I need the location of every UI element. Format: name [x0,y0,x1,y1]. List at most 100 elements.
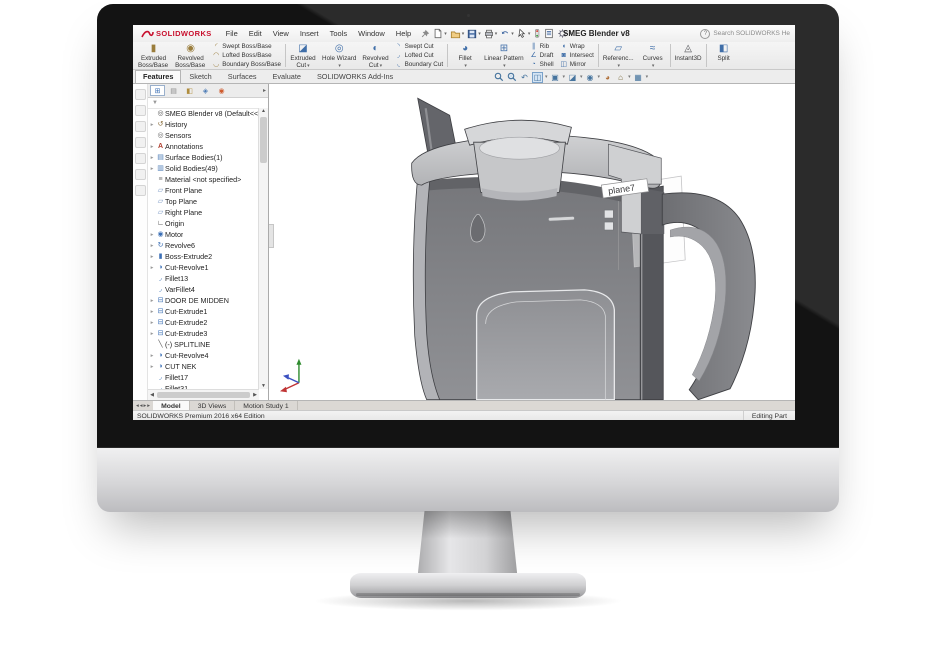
feature-manager-tree-tab[interactable]: ⊞ [150,85,165,96]
ribbon-button[interactable]: Linear Pattern ▾ [481,42,527,69]
ribbon-small-button[interactable]: Boundary Cut [395,61,444,69]
tree-item[interactable]: Top Plane [148,196,259,207]
tab-features[interactable]: Features [135,70,181,83]
dropdown-caret[interactable]: ▾ [646,74,649,80]
next-tab-button[interactable]: ▸ [144,403,147,409]
ribbon-small-button[interactable]: Wrap [560,43,594,51]
print-icon[interactable]: ▾ [484,29,498,39]
menu-item[interactable]: Help [396,29,411,38]
dropdown-caret[interactable]: ▾ [495,31,498,37]
dropdown-caret[interactable]: ▾ [580,74,583,80]
menu-item[interactable]: View [273,29,289,38]
expand-arrow[interactable]: ▸ [148,364,156,370]
tree-item[interactable]: ▸ Cut-Extrude2 [148,317,259,328]
dropdown-caret[interactable]: ▾ [563,74,566,80]
tree-item[interactable]: ▸ CUT NEK [148,361,259,372]
graphics-viewport[interactable]: plane7 [269,84,795,400]
scrollbar-thumb[interactable] [260,117,267,163]
scroll-left-arrow[interactable]: ◀ [148,392,156,398]
ribbon-small-button[interactable]: Lofted Boss/Base [212,52,281,60]
expand-arrow[interactable]: ▸ [148,331,156,337]
left-toolbar-icon[interactable] [135,105,146,116]
ribbon-small-button[interactable]: Mirror [560,61,594,69]
ribbon-small-button[interactable]: Rib [530,43,554,51]
tab-evaluate[interactable]: Evaluate [265,70,309,83]
expand-arrow[interactable]: ▸ [148,265,156,271]
tree-horizontal-scrollbar[interactable]: ◀ ▶ [148,389,259,400]
menu-item[interactable]: Insert [300,29,319,38]
left-toolbar-icon[interactable] [135,89,146,100]
tree-item[interactable]: ▸ Cut-Revolve4 [148,350,259,361]
scroll-down-arrow[interactable]: ▼ [259,383,268,389]
new-document-icon[interactable]: ▾ [433,28,447,39]
tree-item[interactable]: Origin [148,218,259,229]
first-tab-button[interactable]: ◂ [136,403,139,409]
expand-arrow[interactable]: ▸ [148,166,156,172]
ribbon-button[interactable]: Extruded Cut▾ [287,42,319,69]
undo-icon[interactable]: ▾ [500,29,514,38]
expand-arrow[interactable]: ▸ [148,320,156,326]
tree-item[interactable]: ▸ Annotations [148,141,259,152]
ribbon-small-button[interactable]: Lofted Cut [395,52,444,60]
ribbon-button[interactable]: Revolved Cut▾ [359,42,391,69]
tab-solidworks-add-ins[interactable]: SOLIDWORKS Add-Ins [309,70,401,83]
ribbon-button[interactable]: Extruded Boss/Base [135,42,172,69]
ribbon-small-button[interactable]: Shell [530,61,554,69]
prev-tab-button[interactable]: ◂ [140,403,143,409]
tab-sketch[interactable]: Sketch [181,70,219,83]
tree-item[interactable]: Fillet13 [148,273,259,284]
scrollbar-thumb[interactable] [157,392,250,398]
tree-item[interactable]: ▸ Revolve6 [148,240,259,251]
configuration-manager-tab[interactable]: ◧ [182,85,197,96]
left-toolbar-icon[interactable] [135,185,146,196]
expand-arrow[interactable]: ▸ [148,309,156,315]
ribbon-button[interactable]: Curves ▾ [637,42,669,69]
dropdown-caret[interactable]: ▾ [511,31,514,37]
expand-arrow[interactable]: ▸ [148,353,156,359]
left-toolbar-icon[interactable] [135,137,146,148]
file-properties-icon[interactable] [544,28,554,39]
dropdown-caret[interactable]: ▾ [462,31,465,37]
tree-item[interactable]: ▸ Boss-Extrude2 [148,251,259,262]
search-input[interactable]: Search SOLIDWORKS He [713,30,790,37]
dropdown-caret[interactable]: ▾ [628,74,631,80]
hide-show-items-icon[interactable] [585,72,596,83]
dropdown-caret[interactable]: ▾ [444,31,447,37]
view-settings-icon[interactable] [633,72,644,83]
save-icon[interactable]: ▾ [467,29,481,39]
tree-item[interactable]: Sensors [148,130,259,141]
left-toolbar-icon[interactable] [135,153,146,164]
ribbon-small-button[interactable]: Draft [530,52,554,60]
ribbon-small-button[interactable]: Intersect [560,52,594,60]
ribbon-small-button[interactable]: Swept Cut [395,43,444,51]
ribbon-button[interactable]: Hole Wizard ▾ [319,42,359,69]
scroll-up-arrow[interactable]: ▲ [259,108,268,114]
tree-item[interactable]: ▸ Motor [148,229,259,240]
pin-icon[interactable] [421,29,430,38]
panel-collapse-handle[interactable] [269,224,274,248]
tree-item[interactable]: Right Plane [148,207,259,218]
previous-view-icon[interactable] [519,72,530,83]
tree-item[interactable]: ▸ Cut-Extrude1 [148,306,259,317]
property-manager-tab[interactable]: ▤ [166,85,181,96]
ribbon-small-button[interactable]: Boundary Boss/Base [212,61,281,69]
filter-funnel-icon[interactable]: ▼ [152,100,158,106]
ribbon-button[interactable]: Fillet ▾ [449,42,481,69]
last-tab-button[interactable]: ▸ [147,403,150,409]
expand-arrow[interactable]: ▸ [148,155,156,161]
tree-item[interactable]: (-) SPLITLINE [148,339,259,350]
edit-appearance-icon[interactable] [602,72,613,83]
ribbon-button[interactable]: Referenc... ▾ [600,42,637,69]
rebuild-traffic-light-icon[interactable] [533,28,541,39]
zoom-to-fit-icon[interactable] [493,72,504,83]
ribbon-button[interactable]: Instant3D [672,42,705,69]
select-cursor-icon[interactable]: ▾ [517,28,531,39]
ribbon-button[interactable]: Revolved Boss/Base [172,42,209,69]
open-icon[interactable]: ▾ [450,29,465,39]
tree-item[interactable]: Fillet17 [148,372,259,383]
apply-scene-icon[interactable] [615,72,626,83]
left-toolbar-icon[interactable] [135,121,146,132]
menu-item[interactable]: Tools [330,29,348,38]
section-view-icon[interactable] [532,72,543,83]
dropdown-caret[interactable]: ▾ [478,31,481,37]
